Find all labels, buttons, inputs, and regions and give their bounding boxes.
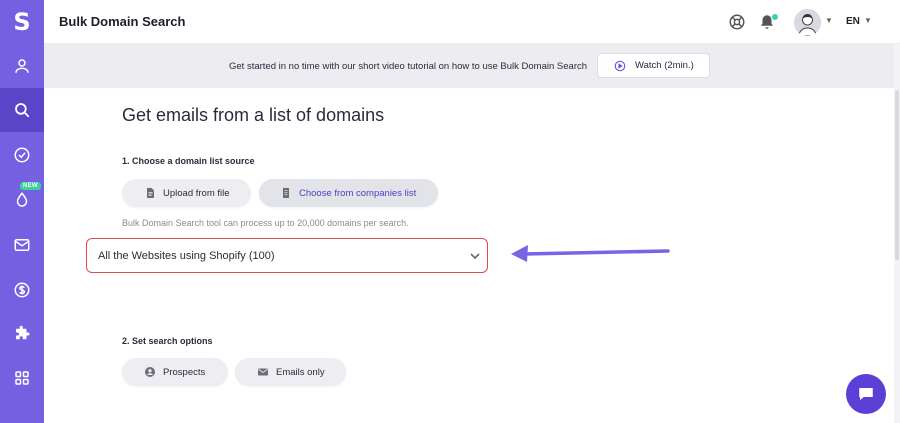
notification-dot [771, 13, 779, 21]
sidebar: S NEW [0, 0, 44, 423]
avatar[interactable] [794, 9, 821, 36]
prospects-label: Prospects [163, 366, 206, 378]
drop-icon [16, 192, 28, 207]
choose-from-companies-list-button[interactable]: Choose from companies list [259, 179, 438, 207]
main-title: Get emails from a list of domains [122, 105, 385, 125]
puzzle-icon [16, 325, 30, 340]
user-circle-icon [145, 367, 155, 377]
banner-text: Get started in no time with our short vi… [229, 61, 588, 72]
app-logo[interactable]: S [0, 0, 44, 44]
user-avatar-icon [794, 9, 821, 36]
dollar-icon [14, 282, 30, 298]
upload-from-file-button[interactable]: Upload from file [122, 179, 251, 207]
chevron-down-icon[interactable]: ▼ [864, 16, 872, 25]
help-icon[interactable] [728, 13, 746, 31]
sidebar-item-integrations[interactable] [0, 312, 44, 356]
mail-icon [14, 239, 30, 251]
tutorial-banner: Get started in no time with our short vi… [44, 44, 894, 88]
sidebar-item-people[interactable] [0, 44, 44, 88]
step1-label: 1. Choose a domain list source [122, 156, 255, 166]
sidebar-item-billing[interactable] [0, 268, 44, 312]
companies-list-label: Choose from companies list [299, 187, 417, 199]
domain-list-select[interactable]: All the Websites using Shopify (100) [86, 238, 488, 273]
check-circle-icon [14, 147, 30, 163]
mail-icon [258, 368, 268, 376]
play-icon [614, 60, 626, 71]
sidebar-item-apps[interactable] [0, 356, 44, 400]
step2-label: 2. Set search options [122, 336, 213, 346]
chevron-down-icon[interactable]: ▼ [825, 16, 833, 25]
emails-only-label: Emails only [276, 366, 325, 378]
upload-label: Upload from file [163, 187, 230, 199]
grid-icon [15, 371, 29, 385]
search-icon [15, 103, 30, 118]
user-icon [15, 59, 29, 73]
watch-video-button[interactable]: Watch (2min.) [597, 53, 710, 78]
annotation-arrow [511, 245, 670, 262]
chat-icon [859, 388, 873, 400]
emails-only-option-button[interactable]: Emails only [235, 358, 346, 386]
selected-list-value: All the Websites using Shopify (100) [98, 250, 275, 262]
top-bar: Bulk Domain Search ▼ EN ▼ [44, 0, 900, 44]
scrollbar-thumb[interactable] [895, 90, 899, 260]
language-selector[interactable]: EN [846, 16, 860, 27]
sidebar-item-search[interactable] [0, 88, 44, 132]
file-icon [147, 188, 154, 198]
prospects-option-button[interactable]: Prospects [122, 358, 228, 386]
sidebar-item-campaigns[interactable] [0, 223, 44, 267]
domain-limit-note: Bulk Domain Search tool can process up t… [122, 218, 409, 228]
list-icon [283, 188, 289, 198]
page-title: Bulk Domain Search [59, 14, 186, 29]
sidebar-item-verifier[interactable] [0, 133, 44, 177]
new-badge: NEW [20, 182, 41, 190]
chevron-down-icon [470, 253, 480, 260]
watch-label: Watch (2min.) [635, 60, 694, 71]
chat-button[interactable] [846, 374, 886, 414]
